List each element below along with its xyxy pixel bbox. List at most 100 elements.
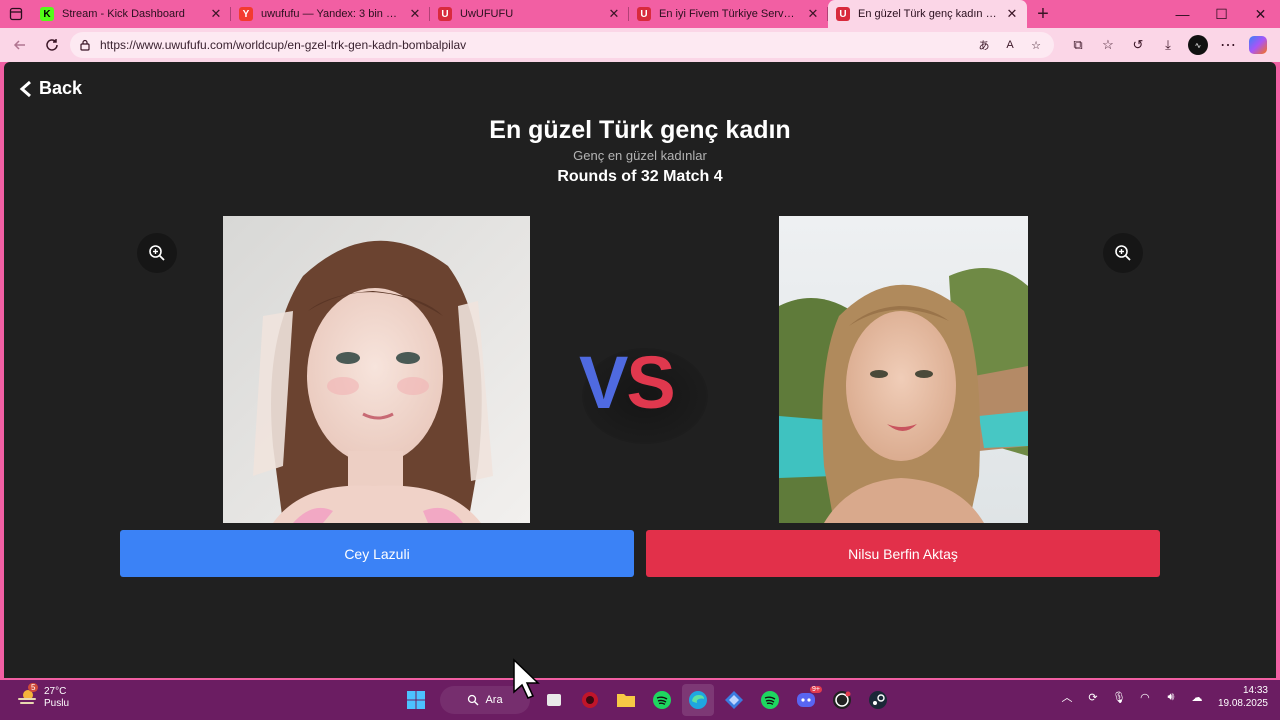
battery-cloud-icon[interactable]: ☁ bbox=[1188, 688, 1206, 706]
clock-time: 14:33 bbox=[1242, 685, 1268, 696]
close-icon[interactable]: ✕ bbox=[607, 6, 621, 21]
choose-left-button[interactable]: Cey Lazuli bbox=[120, 530, 634, 577]
browser-toolbar: https://www.uwufufu.com/worldcup/en-gzel… bbox=[0, 28, 1280, 62]
chevron-up-icon[interactable]: ︿ bbox=[1058, 688, 1076, 706]
grid-app-icon bbox=[725, 691, 743, 709]
spotify-icon bbox=[761, 691, 779, 709]
yandex-favicon-icon: Y bbox=[239, 7, 253, 21]
taskbar-discord[interactable]: 9+ bbox=[790, 684, 822, 716]
refresh-icon bbox=[46, 39, 58, 51]
vs-letter-s: S bbox=[626, 341, 675, 424]
volume-icon[interactable]: 🔊︎ bbox=[1162, 688, 1180, 706]
left-contestant-photo[interactable] bbox=[223, 216, 530, 523]
back-button[interactable]: Back bbox=[19, 78, 82, 99]
wifi-icon[interactable]: ◠ bbox=[1136, 688, 1154, 706]
tab-active-worldcup[interactable]: U En güzel Türk genç kadın | UwUFU ✕ bbox=[828, 0, 1027, 28]
history-icon: ↺ bbox=[1132, 37, 1144, 52]
tab-actions-button[interactable] bbox=[0, 0, 32, 28]
weather-cloud-icon: 5 bbox=[16, 683, 39, 709]
new-tab-button[interactable]: + bbox=[1027, 0, 1059, 28]
update-icon[interactable]: ⟳ bbox=[1084, 688, 1102, 706]
taskbar-widgets[interactable] bbox=[538, 684, 570, 716]
tab-yandex-search[interactable]: Y uwufufu — Yandex: 3 bin sonuç b ✕ bbox=[231, 0, 430, 28]
copilot-icon bbox=[1249, 36, 1267, 54]
weather-widget[interactable]: 5 27°C Puslu bbox=[16, 683, 69, 710]
clock[interactable]: 14:33 19.08.2025 bbox=[1218, 684, 1268, 710]
minimize-button[interactable]: — bbox=[1163, 0, 1202, 28]
edge-icon bbox=[689, 691, 707, 709]
favorites-button[interactable]: ☆ bbox=[1094, 31, 1122, 59]
extensions-button[interactable]: ⧉ bbox=[1064, 31, 1092, 59]
arrow-left-icon bbox=[13, 40, 25, 50]
tab-title: uwufufu — Yandex: 3 bin sonuç b bbox=[261, 8, 400, 20]
taskbar: 5 27°C Puslu Ara 9+ ︿ ⟳ 🎙︎ ◠ � bbox=[0, 680, 1280, 720]
taskbar-app-red[interactable] bbox=[574, 684, 606, 716]
kick-favicon-icon: K bbox=[40, 7, 54, 21]
search-icon bbox=[468, 694, 479, 706]
tab-kick-dashboard[interactable]: K Stream - Kick Dashboard ✕ bbox=[32, 0, 231, 28]
page-title: En güzel Türk genç kadın bbox=[489, 116, 791, 144]
search-label: Ara bbox=[485, 694, 503, 706]
more-menu-button[interactable]: ⋯ bbox=[1214, 31, 1242, 59]
avatar: ∿ bbox=[1188, 35, 1208, 55]
steam-icon bbox=[869, 691, 887, 709]
tab-fivem-servers[interactable]: U En iyi Fivem Türkiye Serveri | UwU ✕ bbox=[629, 0, 828, 28]
close-icon[interactable]: ✕ bbox=[408, 6, 422, 21]
zoom-in-icon bbox=[1115, 245, 1131, 261]
right-contestant-photo[interactable] bbox=[779, 216, 1028, 523]
close-icon[interactable]: ✕ bbox=[806, 6, 820, 21]
refresh-button[interactable] bbox=[38, 31, 66, 59]
tab-title: Stream - Kick Dashboard bbox=[62, 8, 185, 20]
temperature: 27°C bbox=[44, 686, 67, 697]
zoom-right-button[interactable] bbox=[1103, 233, 1143, 273]
discord-icon bbox=[797, 693, 815, 707]
taskbar-file-explorer[interactable] bbox=[610, 684, 642, 716]
round-indicator: Rounds of 32 Match 4 bbox=[557, 168, 723, 185]
zoom-left-button[interactable] bbox=[137, 233, 177, 273]
back-label: Back bbox=[39, 78, 83, 98]
chevron-left-icon bbox=[19, 80, 31, 97]
read-aloud-icon[interactable]: A bbox=[1000, 35, 1020, 55]
maximize-button[interactable]: ☐ bbox=[1202, 0, 1241, 28]
favorite-star-icon[interactable]: ☆ bbox=[1026, 35, 1046, 55]
taskbar-steam[interactable] bbox=[862, 684, 894, 716]
minimize-icon: — bbox=[1175, 6, 1190, 22]
choose-right-button[interactable]: Nilsu Berfin Aktaş bbox=[646, 530, 1160, 577]
close-icon[interactable]: ✕ bbox=[1005, 6, 1019, 21]
taskbar-obs[interactable] bbox=[826, 684, 858, 716]
microphone-icon[interactable]: 🎙︎ bbox=[1110, 688, 1128, 706]
copilot-button[interactable] bbox=[1244, 31, 1272, 59]
url-text: https://www.uwufufu.com/worldcup/en-gzel… bbox=[100, 38, 467, 52]
uwufufu-favicon-icon: U bbox=[637, 7, 651, 21]
widgets-icon bbox=[547, 694, 561, 706]
vs-badge: VS bbox=[579, 340, 676, 425]
tab-strip: K Stream - Kick Dashboard ✕ Y uwufufu — … bbox=[0, 0, 1280, 28]
tab-uwufufu[interactable]: U UwUFUFU ✕ bbox=[430, 0, 629, 28]
close-icon[interactable]: ✕ bbox=[209, 6, 223, 21]
downloads-button[interactable]: ⤓ bbox=[1154, 31, 1182, 59]
back-nav-button[interactable] bbox=[6, 31, 34, 59]
system-tray: ︿ ⟳ 🎙︎ ◠ 🔊︎ ☁ 14:33 19.08.2025 bbox=[1058, 684, 1268, 710]
folder-icon bbox=[617, 694, 635, 707]
page-subtitle: Genç en güzel kadınlar bbox=[573, 148, 707, 163]
profile-button[interactable]: ∿ bbox=[1184, 31, 1212, 59]
taskbar-spotify-2[interactable] bbox=[754, 684, 786, 716]
address-bar[interactable]: https://www.uwufufu.com/worldcup/en-gzel… bbox=[70, 32, 1054, 58]
puzzle-icon: ⧉ bbox=[1073, 37, 1083, 52]
more-dots-icon: ⋯ bbox=[1220, 37, 1236, 54]
close-window-button[interactable]: ✕ bbox=[1241, 0, 1280, 28]
vs-letter-v: V bbox=[579, 341, 628, 424]
close-icon: ✕ bbox=[1254, 5, 1267, 22]
discord-badge: 9+ bbox=[810, 686, 822, 693]
spotify-icon bbox=[653, 691, 671, 709]
history-button[interactable]: ↺ bbox=[1124, 31, 1152, 59]
start-button[interactable] bbox=[400, 684, 432, 716]
page-content: Back En güzel Türk genç kadın Genç en gü… bbox=[4, 62, 1276, 678]
taskbar-edge[interactable] bbox=[682, 684, 714, 716]
translate-icon[interactable]: あ bbox=[974, 35, 994, 55]
clock-date: 19.08.2025 bbox=[1217, 698, 1268, 709]
red-app-icon bbox=[582, 692, 598, 708]
taskbar-app-grid[interactable] bbox=[718, 684, 750, 716]
portrait-image bbox=[223, 216, 530, 523]
taskbar-spotify[interactable] bbox=[646, 684, 678, 716]
